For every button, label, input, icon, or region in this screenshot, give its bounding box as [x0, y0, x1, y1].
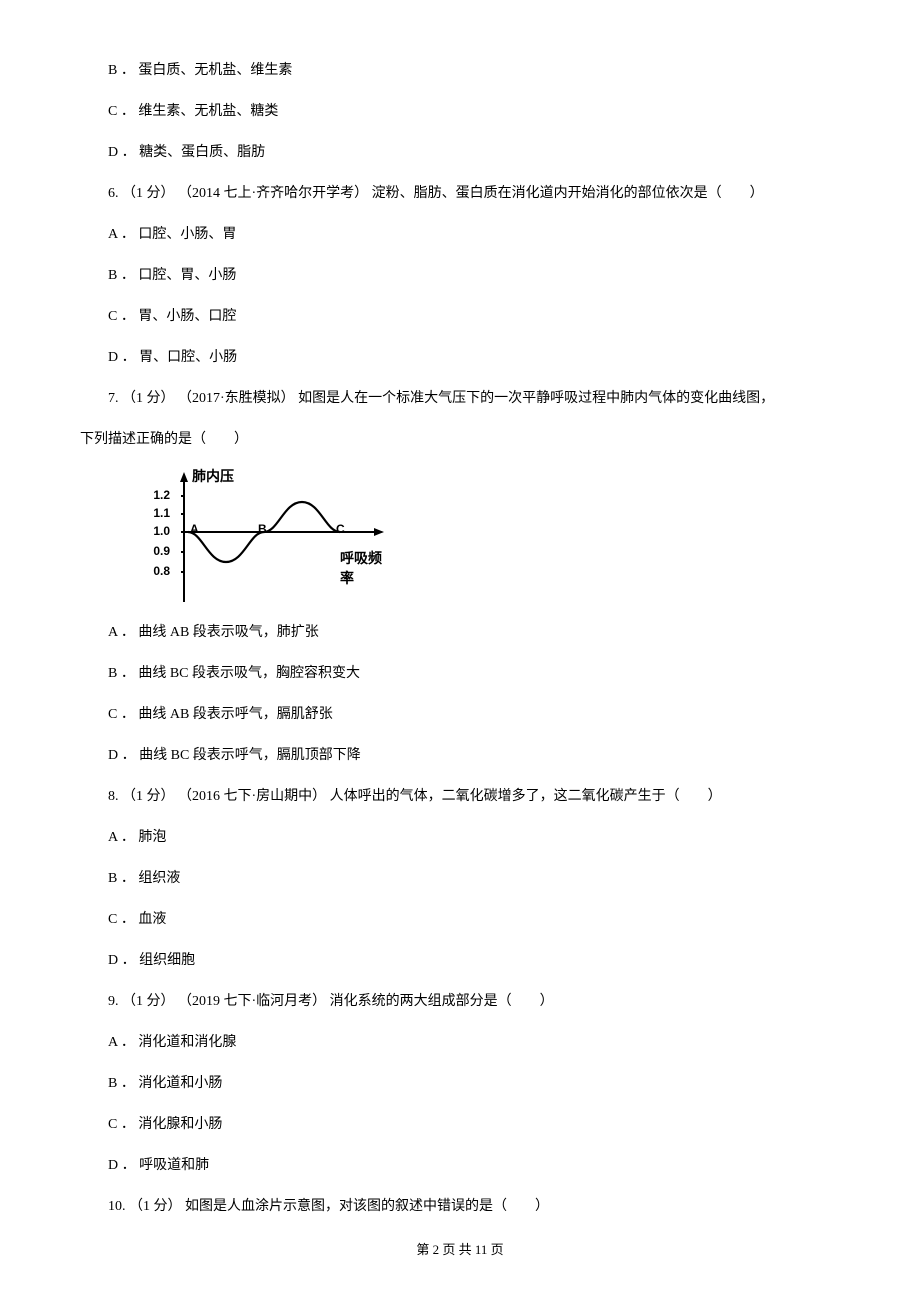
q8-option-a: A ． 肺泡	[80, 827, 840, 848]
chart-tick-0.9: 0.9	[144, 544, 170, 558]
chart-x-axis-label: 呼吸频率	[340, 548, 390, 588]
chart-y-axis-label: 肺内压	[192, 466, 234, 486]
chart-tick-1.2: 1.2	[144, 488, 170, 502]
q7-option-d: D ． 曲线 BC 段表示呼气，膈肌顶部下降	[80, 745, 840, 766]
q6-stem: 6. （1 分） （2014 七上·齐齐哈尔开学考） 淀粉、脂肪、蛋白质在消化道…	[80, 183, 840, 204]
q7-option-c: C ． 曲线 AB 段表示呼气，膈肌舒张	[80, 704, 840, 725]
q9-option-d: D ． 呼吸道和肺	[80, 1155, 840, 1176]
q10-stem: 10. （1 分） 如图是人血涂片示意图，对该图的叙述中错误的是（ ）	[80, 1196, 840, 1217]
q6-option-d: D ． 胃、口腔、小肠	[80, 347, 840, 368]
page-footer: 第 2 页 共 11 页	[0, 1239, 920, 1258]
prev-option-c: C ． 维生素、无机盐、糖类	[80, 101, 840, 122]
q9-option-c: C ． 消化腺和小肠	[80, 1114, 840, 1135]
q6-option-b: B ． 口腔、胃、小肠	[80, 265, 840, 286]
chart-svg	[150, 470, 390, 610]
q9-stem: 9. （1 分） （2019 七下·临河月考） 消化系统的两大组成部分是（ ）	[80, 991, 840, 1012]
q6-option-a: A ． 口腔、小肠、胃	[80, 224, 840, 245]
q8-option-d: D ． 组织细胞	[80, 950, 840, 971]
q7-option-b: B ． 曲线 BC 段表示吸气，胸腔容积变大	[80, 663, 840, 684]
prev-option-d: D ． 糖类、蛋白质、脂肪	[80, 142, 840, 163]
chart-point-a: A	[190, 522, 199, 536]
q7-stem-line2: 下列描述正确的是（ ）	[80, 429, 840, 450]
q8-option-c: C ． 血液	[80, 909, 840, 930]
chart-tick-1.0: 1.0	[144, 524, 170, 538]
chart-point-b: B	[258, 522, 267, 536]
q7-stem-line1: 7. （1 分） （2017·东胜模拟） 如图是人在一个标准大气压下的一次平静呼…	[80, 388, 840, 409]
chart-point-c: C	[336, 522, 345, 536]
page: B ． 蛋白质、无机盐、维生素 C ． 维生素、无机盐、糖类 D ． 糖类、蛋白…	[0, 0, 920, 1302]
q8-option-b: B ． 组织液	[80, 868, 840, 889]
q7-option-a: A ． 曲线 AB 段表示吸气，肺扩张	[80, 622, 840, 643]
q7-chart: 肺内压 呼吸频率 1.2 1.1 1.0 0.9 0.8 A B C	[150, 470, 390, 610]
chart-tick-1.1: 1.1	[144, 506, 170, 520]
q6-option-c: C ． 胃、小肠、口腔	[80, 306, 840, 327]
q9-option-a: A ． 消化道和消化腺	[80, 1032, 840, 1053]
q9-option-b: B ． 消化道和小肠	[80, 1073, 840, 1094]
prev-option-b: B ． 蛋白质、无机盐、维生素	[80, 60, 840, 81]
chart-tick-0.8: 0.8	[144, 564, 170, 578]
q8-stem: 8. （1 分） （2016 七下·房山期中） 人体呼出的气体，二氧化碳增多了，…	[80, 786, 840, 807]
